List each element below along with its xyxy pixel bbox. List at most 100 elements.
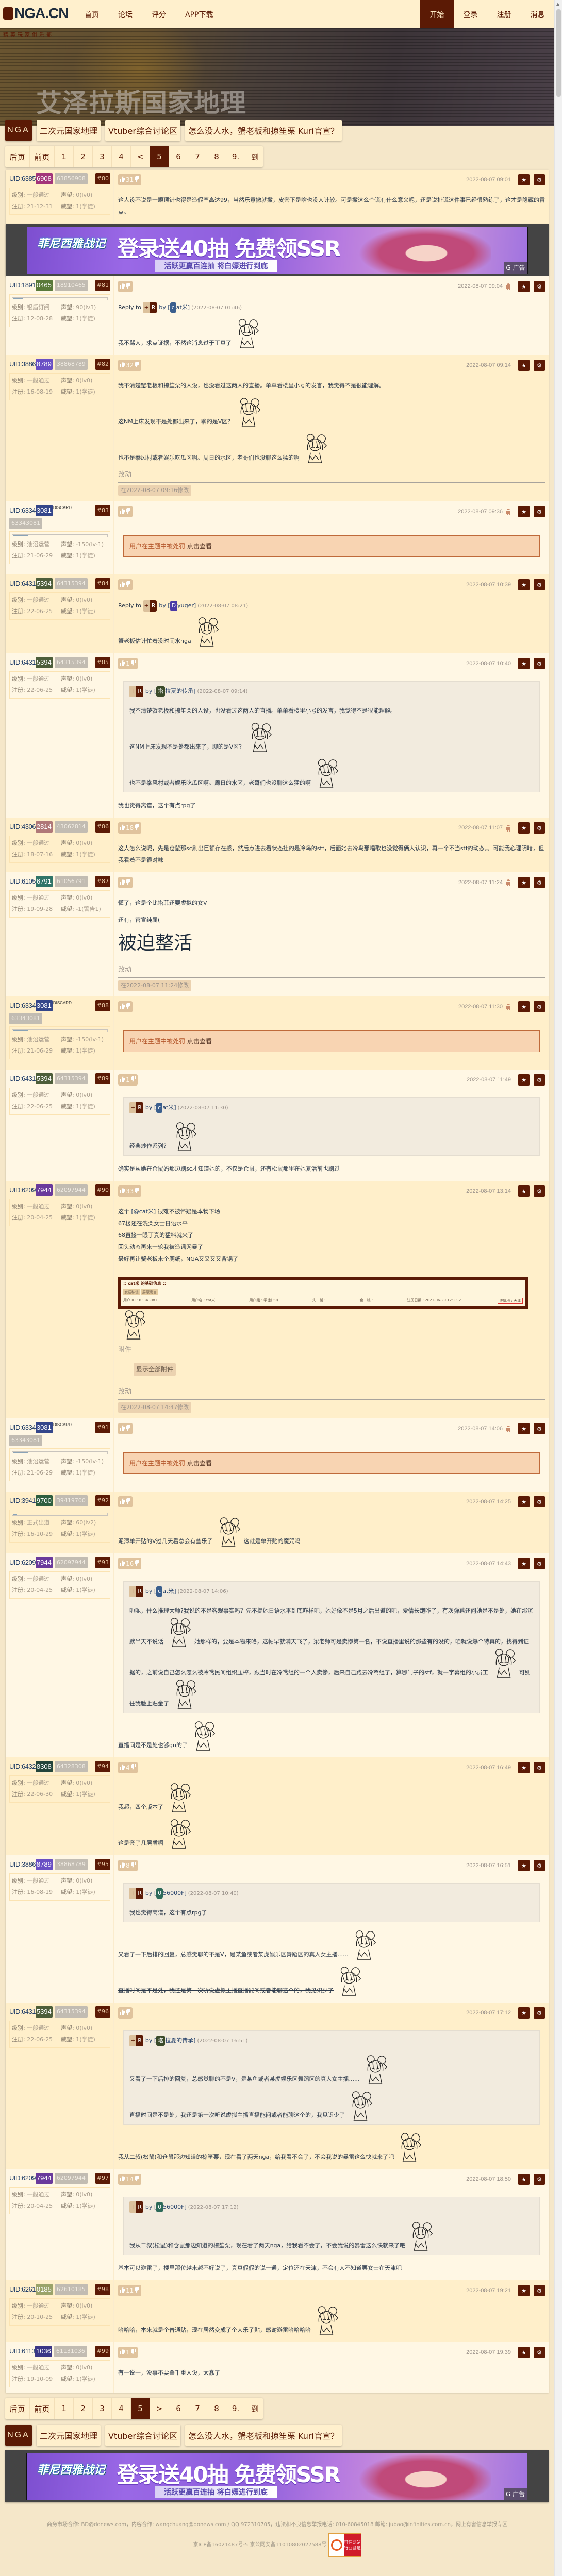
view-punishment-link[interactable]: 点击查看 — [187, 543, 212, 550]
page-scrollbar[interactable]: ▲ — [554, 0, 562, 2576]
author-uid-link[interactable]: UID:6385 — [9, 173, 36, 184]
breadcrumb-item[interactable]: Vtuber综合讨论区 — [105, 120, 180, 141]
gear-icon[interactable]: ⚙ — [534, 1762, 545, 1773]
thumbs-down-icon[interactable] — [126, 1003, 130, 1010]
floor-number[interactable]: #95 — [95, 1859, 110, 1870]
floor-number[interactable]: #85 — [95, 657, 110, 668]
page-link[interactable]: < — [131, 146, 150, 167]
thumbs-up-icon[interactable] — [120, 1003, 125, 1010]
thumbs-down-icon[interactable] — [130, 2349, 136, 2356]
like-dislike-control[interactable]: 31 — [118, 174, 142, 185]
like-dislike-control[interactable]: 1 — [118, 2347, 138, 2358]
floor-number[interactable]: #98 — [95, 2284, 110, 2295]
reply-author-link[interactable]: 拉夏的传承] — [165, 2037, 195, 2044]
thumbs-down-icon[interactable] — [135, 2287, 140, 2294]
star-icon[interactable]: ★ — [518, 579, 530, 590]
breadcrumb-item[interactable]: 怎么没人水，蟹老板和掠笙栗 Kuri官宣？ — [185, 120, 342, 141]
reply-author-avatar[interactable]: c — [156, 1103, 163, 1113]
star-icon[interactable]: ★ — [518, 1185, 530, 1197]
like-dislike-control[interactable]: 1 — [118, 1074, 138, 1086]
thumbs-down-icon[interactable] — [130, 1862, 136, 1869]
reply-jump-button[interactable]: R — [150, 302, 157, 313]
thumbs-up-icon[interactable] — [120, 660, 125, 667]
reply-author-link[interactable]: at米] — [176, 304, 190, 311]
gear-icon[interactable]: ⚙ — [534, 877, 545, 888]
reply-author-avatar[interactable]: 0 — [156, 2202, 163, 2212]
star-icon[interactable]: ★ — [518, 1496, 530, 1507]
breadcrumb-item[interactable]: 二次元国家地理 — [37, 2425, 101, 2446]
like-dislike-control[interactable]: 11 — [118, 2285, 142, 2296]
page-link[interactable]: 后页 — [5, 2398, 30, 2419]
like-dislike-control[interactable]: 18 — [118, 822, 142, 834]
floor-number[interactable]: #93 — [95, 1557, 110, 1568]
nav-messages[interactable]: 消息 — [521, 0, 554, 28]
footer-icp[interactable]: 京ICP备16021487号-5 京公网安备11010802027588号 — [193, 2541, 326, 2549]
floor-number[interactable]: #97 — [95, 2173, 110, 2184]
star-icon[interactable]: ★ — [518, 174, 530, 185]
like-dislike-control[interactable] — [118, 281, 133, 292]
like-dislike-control[interactable]: 32 — [118, 360, 142, 371]
breadcrumb-item[interactable]: NGA — [5, 2425, 32, 2446]
scrollbar-thumb[interactable] — [556, 9, 561, 97]
ad-banner[interactable]: 菲尼西雅战记 登录送40抽 免费领SSR 活跃更赢百连抽 将白嫖进行到底 G 广告 — [6, 224, 549, 276]
star-icon[interactable]: ★ — [518, 1860, 530, 1871]
page-link[interactable]: 6 — [169, 146, 188, 167]
star-icon[interactable]: ★ — [518, 2174, 530, 2185]
reply-jump-button[interactable]: R — [136, 686, 143, 697]
floor-number[interactable]: #81 — [95, 280, 110, 291]
author-uid-link[interactable]: UID:6431 — [9, 2006, 36, 2018]
floor-number[interactable]: #87 — [95, 876, 110, 887]
thumbs-down-icon[interactable] — [135, 1188, 140, 1195]
like-dislike-control[interactable]: 4 — [118, 1762, 138, 1773]
author-uid-link[interactable]: UID:1891 — [9, 280, 36, 291]
star-icon[interactable]: ★ — [518, 360, 530, 371]
thumbs-down-icon[interactable] — [130, 1076, 136, 1083]
thumbs-up-icon[interactable] — [120, 824, 125, 832]
thumbs-down-icon[interactable] — [135, 176, 140, 183]
user-mention-link[interactable]: [@cat米] — [131, 1208, 156, 1215]
reply-author-avatar[interactable]: c — [170, 302, 176, 313]
thumbs-up-icon[interactable] — [120, 1560, 125, 1567]
gear-icon[interactable]: ⚙ — [534, 579, 545, 590]
floor-number[interactable]: #96 — [95, 2006, 110, 2018]
star-icon[interactable]: ★ — [518, 1423, 530, 1434]
reply-jump-button[interactable]: R — [150, 600, 157, 612]
author-uid-link[interactable]: UID:6334 — [9, 505, 36, 516]
star-icon[interactable]: ★ — [518, 658, 530, 669]
star-icon[interactable]: ★ — [518, 281, 530, 292]
floor-number[interactable]: #90 — [95, 1184, 110, 1196]
reply-jump-button[interactable]: R — [136, 2035, 143, 2046]
gear-icon[interactable]: ⚙ — [534, 2007, 545, 2019]
thumbs-up-icon[interactable] — [120, 1862, 125, 1869]
breadcrumb-item[interactable]: 怎么没人水，蟹老板和掠笙栗 Kuri官宣？ — [185, 2425, 342, 2446]
like-dislike-control[interactable] — [118, 1001, 133, 1012]
floor-number[interactable]: #82 — [95, 359, 110, 370]
page-link[interactable]: 8 — [207, 146, 226, 167]
like-dislike-control[interactable] — [118, 506, 133, 517]
like-dislike-control[interactable]: 8 — [118, 1860, 138, 1871]
reply-author-avatar[interactable]: D — [170, 601, 178, 611]
author-uid-link[interactable]: UID:6209 — [9, 1184, 36, 1196]
nav-start[interactable]: 开始 — [420, 0, 454, 28]
ad-banner-bottom[interactable]: 菲尼西雅战记 登录送40抽 免费领SSR 活跃更赢百连抽 将白嫖进行到底 G 广告 — [5, 2450, 549, 2502]
reply-jump-button[interactable]: R — [136, 1888, 143, 1899]
floor-number[interactable]: #89 — [95, 1073, 110, 1084]
thumbs-up-icon[interactable] — [120, 2009, 125, 2016]
floor-number[interactable]: #86 — [95, 821, 110, 833]
page-link[interactable]: 1 — [55, 2398, 74, 2419]
nav-register[interactable]: 注册 — [487, 0, 521, 28]
nga-logo[interactable]: NGA.CN 精英玩家俱乐部 — [0, 0, 77, 38]
star-icon[interactable]: ★ — [518, 1001, 530, 1012]
star-icon[interactable]: ★ — [518, 1558, 530, 1569]
reply-author-link[interactable]: yuger] — [177, 602, 196, 609]
nav-rating[interactable]: 评分 — [152, 9, 185, 20]
nav-home[interactable]: 首页 — [85, 9, 118, 20]
floor-number[interactable]: #94 — [95, 1761, 110, 1772]
page-link[interactable]: 1 — [55, 146, 74, 167]
star-icon[interactable]: ★ — [518, 1074, 530, 1086]
page-link[interactable]: 7 — [188, 2398, 207, 2419]
thumbs-up-icon[interactable] — [120, 1076, 125, 1083]
star-icon[interactable]: ★ — [518, 822, 530, 834]
author-uid-link[interactable]: UID:3886 — [9, 1859, 36, 1870]
reply-author-avatar[interactable]: 0 — [156, 1888, 163, 1899]
